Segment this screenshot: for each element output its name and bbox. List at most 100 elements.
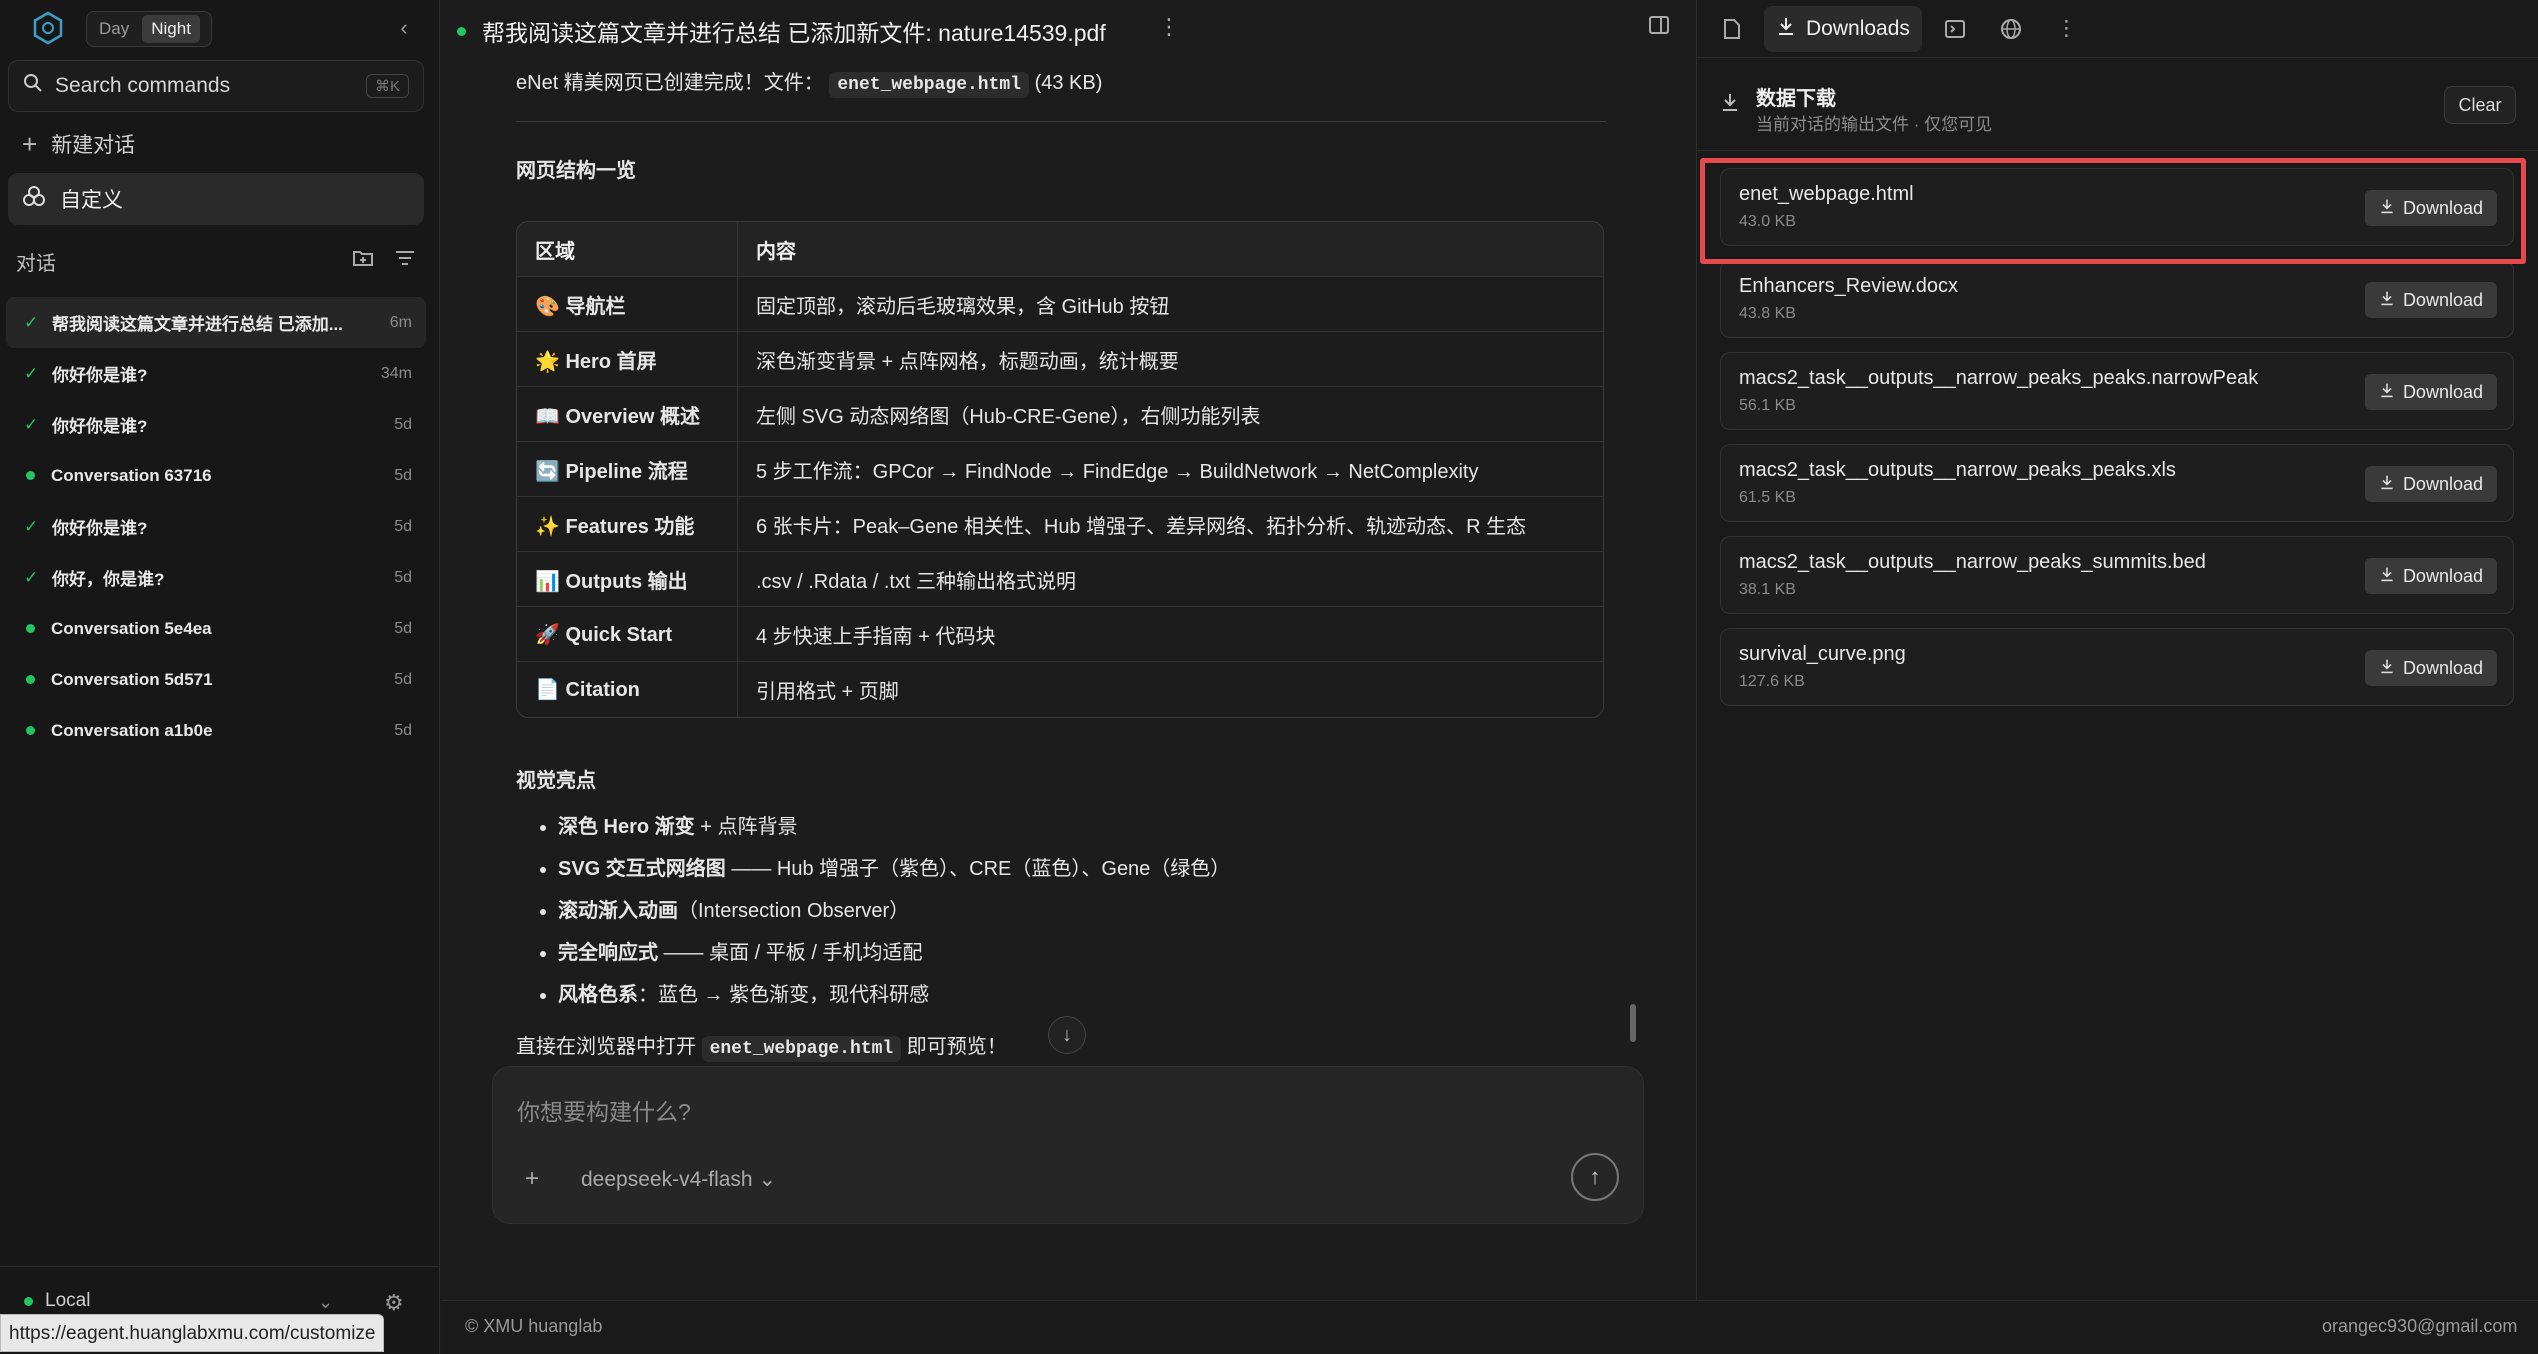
- environment-label: Local: [45, 1290, 91, 1311]
- final-prefix: 直接在浏览器中打开: [516, 1036, 702, 1058]
- table-cell-content: 引用格式 + 页脚: [756, 681, 899, 703]
- toggle-panel-icon[interactable]: [1648, 14, 1670, 42]
- scroll-to-bottom-button[interactable]: ↓: [1048, 1016, 1086, 1054]
- tab-downloads[interactable]: Downloads: [1764, 5, 1922, 52]
- table-cell-content: 深色渐变背景 + 点阵网格，标题动画，统计概要: [738, 332, 1603, 387]
- file-size: 43.8 KB: [1739, 305, 1796, 322]
- status-dot: [26, 675, 35, 684]
- conversation-title: Conversation 5d571: [51, 669, 213, 689]
- file-name: survival_curve.png: [1739, 643, 1906, 665]
- table-cell-content: 6 张卡片：Peak–Gene 相关性、Hub 增强子、差异网络、拓扑分析、轨迹…: [738, 497, 1603, 552]
- file-card: survival_curve.png 127.6 KB Download: [1720, 628, 2514, 706]
- clear-button[interactable]: Clear: [2444, 86, 2516, 124]
- chat-title: 帮我阅读这篇文章并进行总结 已添加新文件: nature14539.pdf: [482, 20, 1106, 46]
- table-row: 📄 Citation 引用格式 + 页脚: [517, 662, 1603, 717]
- new-folder-icon[interactable]: [352, 248, 374, 274]
- tab-downloads-label: Downloads: [1806, 16, 1910, 40]
- scrollbar-thumb[interactable]: [1630, 1004, 1636, 1042]
- gear-icon[interactable]: ⚙: [384, 1290, 404, 1316]
- conversation-item[interactable]: Conversation a1b0e 5d: [6, 705, 426, 756]
- theme-toggle[interactable]: Day Night: [86, 11, 212, 47]
- conversation-title: Conversation 5e4ea: [51, 618, 212, 638]
- footer-email: orangec930@gmail.com: [2322, 1316, 2518, 1336]
- tab-globe-icon[interactable]: [1988, 6, 2034, 52]
- more-options-icon[interactable]: ⋮: [1158, 14, 1180, 40]
- conversation-item[interactable]: ✓ 你好你是谁? 5d: [6, 501, 426, 552]
- conversation-item[interactable]: Conversation 63716 5d: [6, 450, 426, 501]
- chevron-down-icon[interactable]: ⌄: [318, 1292, 333, 1313]
- custom-nav-button[interactable]: 自定义: [8, 173, 424, 225]
- conversation-item[interactable]: ✓ 你好你是谁? 5d: [6, 399, 426, 450]
- structure-table: 区域 内容 🎨 导航栏 固定顶部，滚动后毛玻璃效果，含 GitHub 按钮 🌟 He…: [516, 221, 1604, 718]
- table-cell-content: 固定顶部，滚动后毛玻璃效果，含 GitHub 按钮: [738, 277, 1603, 332]
- right-panel-tabs: Downloads ⋮: [1696, 0, 2538, 58]
- search-label: Search commands: [55, 74, 231, 97]
- highlight-box: [1700, 158, 2526, 264]
- download-button[interactable]: Download: [2364, 558, 2497, 594]
- status-dot: [26, 624, 35, 633]
- download-icon: [1776, 16, 1796, 42]
- conversation-time: 5d: [394, 415, 412, 433]
- chat-header: 帮我阅读这篇文章并进行总结 已添加新文件: nature14539.pdf: [457, 14, 1106, 48]
- more-options-icon[interactable]: ⋮: [2044, 6, 2089, 52]
- conversation-item[interactable]: Conversation 5e4ea 5d: [6, 603, 426, 654]
- collapse-sidebar-icon[interactable]: ‹: [392, 16, 416, 40]
- table-cell-area: 📖 Overview 概述: [517, 387, 738, 442]
- download-icon: [2379, 466, 2395, 502]
- conversations-section-header: 对话: [16, 244, 416, 278]
- theme-day-option[interactable]: Day: [90, 15, 138, 43]
- footer-copyright: © XMU huanglab: [465, 1316, 603, 1336]
- table-cell-area: 📊 Outputs 输出: [517, 552, 738, 607]
- search-icon: [23, 73, 43, 99]
- table-cell-content: .csv / .Rdata / .txt 三种输出格式说明: [738, 552, 1603, 607]
- file-size: 61.5 KB: [1739, 489, 1796, 506]
- environment-selector[interactable]: Local: [24, 1290, 90, 1312]
- table-header-area: 区域: [517, 222, 738, 277]
- model-selector[interactable]: deepseek-v4-flash ⌄: [581, 1167, 776, 1192]
- file-size: 127.6 KB: [1739, 673, 1805, 690]
- conversation-title: 帮我阅读这篇文章并进行总结 已添加...: [52, 315, 343, 334]
- search-commands-button[interactable]: Search commands ⌘K: [8, 60, 424, 112]
- table-cell-area: 🔄 Pipeline 流程: [517, 442, 738, 497]
- conversation-item[interactable]: ✓ 你好，你是谁? 5d: [6, 552, 426, 603]
- custom-icon: [22, 184, 46, 214]
- download-button[interactable]: Download: [2364, 466, 2497, 502]
- check-icon: ✓: [24, 516, 39, 536]
- list-item-bold: 滚动渐入动画: [558, 900, 678, 922]
- attach-plus-icon[interactable]: +: [525, 1165, 539, 1193]
- new-chat-button[interactable]: + 新建对话: [8, 118, 424, 170]
- table-row: 🔄 Pipeline 流程 5 步工作流：GPCor → FindNode → F…: [517, 442, 1603, 497]
- divider: [516, 121, 1606, 122]
- conversation-item[interactable]: Conversation 5d571 5d: [6, 654, 426, 705]
- download-button[interactable]: Download: [2364, 650, 2497, 686]
- conversation-item[interactable]: ✓ 帮我阅读这篇文章并进行总结 已添加... 6m: [6, 297, 426, 348]
- composer[interactable]: 你想要构建什么? + deepseek-v4-flash ⌄ ↑: [492, 1066, 1644, 1224]
- final-line: 直接在浏览器中打开 enet_webpage.html 即可预览！: [516, 1030, 1007, 1062]
- download-icon: [2379, 558, 2395, 594]
- status-dot: [457, 26, 466, 36]
- download-button[interactable]: Download: [2364, 282, 2497, 318]
- theme-night-option[interactable]: Night: [142, 15, 200, 43]
- download-icon: [2379, 374, 2395, 410]
- conversation-title: 你好你是谁?: [52, 366, 148, 385]
- file-name: macs2_task__outputs__narrow_peaks_peaks.…: [1739, 367, 2259, 389]
- tab-document-icon[interactable]: [1710, 6, 1754, 52]
- table-row: 🎨 导航栏 固定顶部，滚动后毛玻璃效果，含 GitHub 按钮: [517, 277, 1603, 332]
- list-item-bold: 深色 Hero 渐变: [558, 816, 695, 838]
- composer-input[interactable]: 你想要构建什么?: [517, 1093, 691, 1127]
- tab-terminal-icon[interactable]: [1932, 6, 1978, 52]
- check-icon: ✓: [24, 414, 39, 434]
- send-button[interactable]: ↑: [1571, 1153, 1619, 1201]
- download-label: Download: [2402, 566, 2483, 586]
- download-button[interactable]: Download: [2364, 374, 2497, 410]
- list-item-text: —— Hub 增强子（紫色）、CRE（蓝色）、Gene（绿色）: [725, 858, 1231, 880]
- final-suffix: 即可预览！: [906, 1036, 1007, 1058]
- conversation-item[interactable]: ✓ 你好你是谁? 34m: [6, 348, 426, 399]
- list-item-text: （Intersection Observer）: [678, 900, 910, 922]
- status-dot: [26, 726, 35, 735]
- filter-icon[interactable]: [394, 248, 416, 274]
- conversation-time: 34m: [380, 364, 412, 382]
- check-icon: ✓: [24, 363, 39, 383]
- list-item: 滚动渐入动画（Intersection Observer）: [558, 890, 1230, 932]
- conversation-time: 5d: [394, 721, 412, 739]
